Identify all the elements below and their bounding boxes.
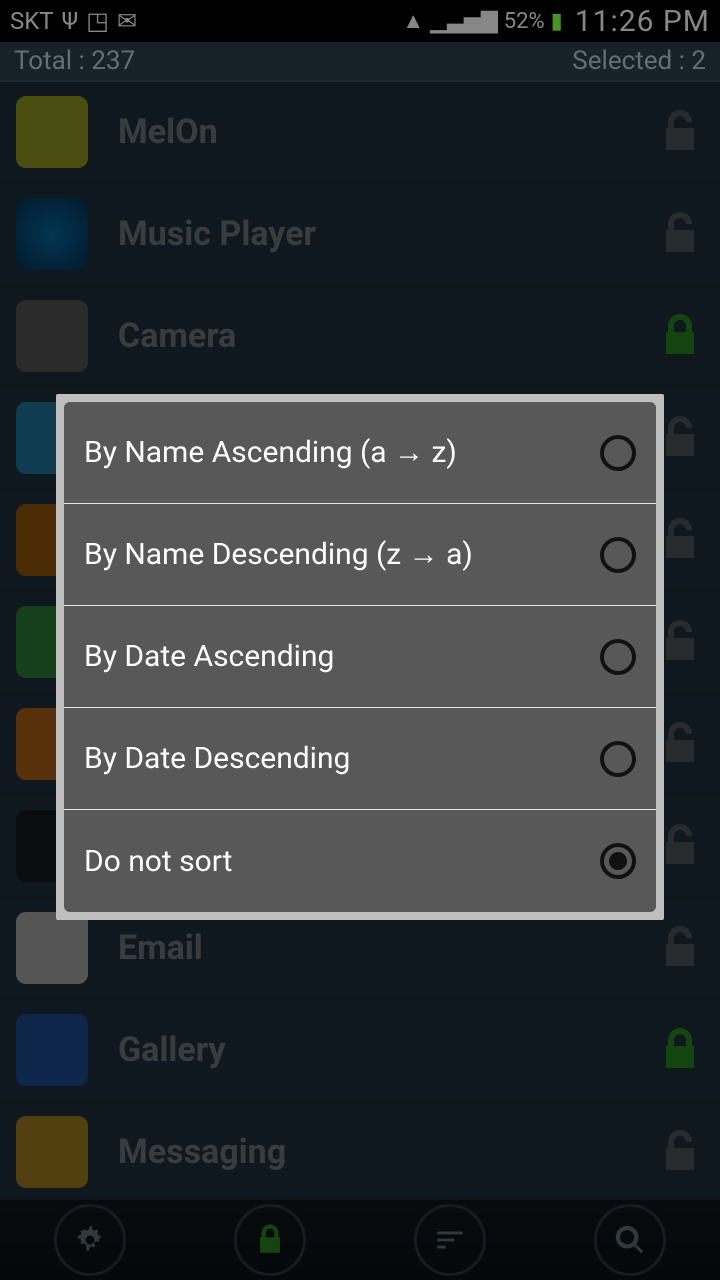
radio-icon (600, 843, 636, 879)
radio-icon (600, 537, 636, 573)
sort-option-label: By Date Ascending (84, 639, 600, 674)
sort-option-label: By Date Descending (84, 741, 600, 776)
sort-option[interactable]: By Name Ascending (a → z) (64, 402, 656, 504)
sort-option-label: By Name Descending (z → a) (84, 537, 600, 572)
sort-option[interactable]: Do not sort (64, 810, 656, 912)
sort-option[interactable]: By Name Descending (z → a) (64, 504, 656, 606)
radio-icon (600, 639, 636, 675)
sort-option-label: By Name Ascending (a → z) (84, 435, 600, 470)
sort-option[interactable]: By Date Ascending (64, 606, 656, 708)
sort-option[interactable]: By Date Descending (64, 708, 656, 810)
sort-dialog: By Name Ascending (a → z) By Name Descend… (56, 394, 664, 920)
radio-icon (600, 435, 636, 471)
radio-icon (600, 741, 636, 777)
sort-option-label: Do not sort (84, 844, 600, 879)
